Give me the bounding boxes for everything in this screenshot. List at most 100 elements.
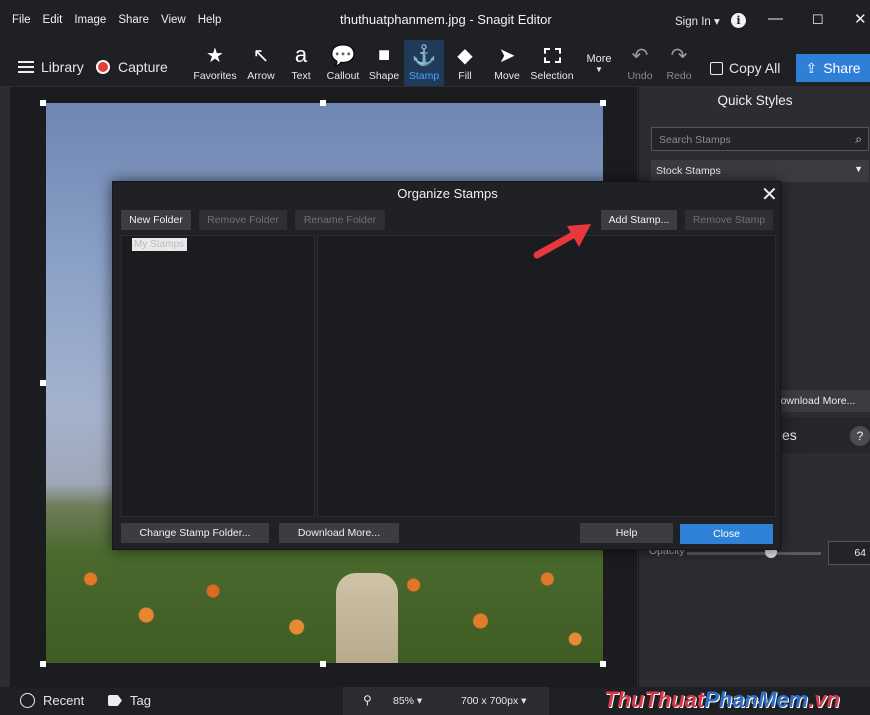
person-figure <box>336 573 398 663</box>
image-size-select[interactable]: 700 x 700px ▾ <box>461 695 526 707</box>
folder-list[interactable]: My Stamps <box>121 235 315 517</box>
menu-help[interactable]: Help <box>198 14 222 26</box>
recent-label: Recent <box>43 693 85 708</box>
tool-shape[interactable]: ■ Shape <box>365 40 403 86</box>
close-window-icon[interactable]: ✕ <box>854 10 867 28</box>
resize-handle[interactable] <box>40 100 46 106</box>
tool-label: Shape <box>368 70 400 82</box>
new-folder-button[interactable]: New Folder <box>121 210 191 230</box>
chevron-down-icon: ▼ <box>854 164 863 174</box>
stamp-category-select[interactable]: Stock Stamps ▼ <box>651 160 869 182</box>
chevron-down-icon: ▼ <box>595 64 603 74</box>
zoom-select[interactable]: 85% ▾ <box>393 695 422 707</box>
zoom-icon[interactable]: ⚲ <box>363 693 372 707</box>
folder-item-my-stamps[interactable]: My Stamps <box>132 238 187 251</box>
shape-icon: ■ <box>377 43 391 66</box>
rename-folder-button[interactable]: Rename Folder <box>295 210 385 230</box>
callout-icon: 💬 <box>330 44 356 67</box>
copy-all-label: Copy All <box>729 60 781 76</box>
tool-arrow[interactable]: ↖ Arrow <box>241 40 281 86</box>
dialog-title: Organize Stamps <box>397 186 498 201</box>
menu-image[interactable]: Image <box>74 14 106 26</box>
share-icon: ⇪ <box>805 59 818 76</box>
help-button[interactable]: Help <box>580 523 673 543</box>
search-icon[interactable]: ⌕ <box>855 132 862 147</box>
info-icon[interactable]: i <box>731 13 746 28</box>
capture-button[interactable]: Capture <box>96 59 168 75</box>
menu-edit[interactable]: Edit <box>43 14 63 26</box>
minimize-icon[interactable]: — <box>768 10 783 27</box>
fill-icon: ◆ <box>457 44 473 67</box>
recent-button[interactable]: Recent <box>20 693 84 708</box>
change-stamp-folder-button[interactable]: Change Stamp Folder... <box>121 523 269 543</box>
maximize-icon[interactable]: ☐ <box>812 12 824 28</box>
tool-label: Redo <box>666 70 692 82</box>
menu-file[interactable]: File <box>12 14 31 26</box>
resize-handle[interactable] <box>40 380 46 386</box>
resize-handle[interactable] <box>320 661 326 667</box>
tool-stamp[interactable]: ⚓ Stamp <box>404 40 444 86</box>
zoom-size-group: ⚲ 85% ▾ 700 x 700px ▾ <box>343 687 549 715</box>
library-label: Library <box>41 59 84 75</box>
tool-selection[interactable]: Selection <box>527 40 577 86</box>
panel-download-more-button[interactable]: Download More... <box>767 390 870 412</box>
window-title: thuthuatphanmem.jpg - Snagit Editor <box>340 12 552 27</box>
selection-icon <box>539 42 565 68</box>
tool-text[interactable]: a Text <box>283 40 319 86</box>
tag-button[interactable]: Tag <box>108 693 151 708</box>
library-button[interactable]: Library <box>18 59 84 75</box>
organize-stamps-dialog: Organize Stamps ✕ New Folder Remove Fold… <box>112 181 781 550</box>
tool-fill[interactable]: ◆ Fill <box>448 40 482 86</box>
tool-label: Stamp <box>408 70 440 82</box>
resize-handle[interactable] <box>320 100 326 106</box>
close-dialog-icon[interactable]: ✕ <box>761 182 778 207</box>
close-button[interactable]: Close <box>680 524 773 544</box>
tool-label: Undo <box>627 70 653 82</box>
undo-icon: ↶ <box>631 44 649 67</box>
opacity-slider[interactable] <box>687 552 821 555</box>
resize-handle[interactable] <box>40 661 46 667</box>
help-icon[interactable]: ? <box>850 426 870 446</box>
sign-in-button[interactable]: Sign In ▾ <box>675 14 720 28</box>
tool-label: Text <box>291 70 311 82</box>
toolbar: Library Capture ★ Favorites ↖ Arrow a Te… <box>0 40 870 86</box>
tool-move[interactable]: ➤ Move <box>489 40 525 86</box>
annotation-arrow-icon <box>533 224 591 259</box>
opacity-input[interactable]: 64 <box>828 541 870 565</box>
panel-title: Quick Styles <box>717 93 793 108</box>
search-placeholder: Search Stamps <box>659 134 731 146</box>
menu-share[interactable]: Share <box>118 14 149 26</box>
resize-handle[interactable] <box>600 661 606 667</box>
menu-bar: File Edit Image Share View Help <box>12 14 221 26</box>
resize-handle[interactable] <box>600 100 606 106</box>
copy-icon <box>710 61 723 75</box>
remove-folder-button[interactable]: Remove Folder <box>199 210 287 230</box>
category-value: Stock Stamps <box>656 165 721 177</box>
redo-icon: ↷ <box>670 44 688 67</box>
copy-all-button[interactable]: Copy All <box>710 60 780 76</box>
star-icon: ★ <box>206 44 224 67</box>
capture-label: Capture <box>118 59 168 75</box>
text-icon: a <box>294 42 308 67</box>
flower-field <box>46 543 603 663</box>
share-button[interactable]: ⇪ Share <box>796 54 870 82</box>
tool-label: Selection <box>530 70 574 82</box>
tool-more[interactable]: More ▼ <box>582 40 616 86</box>
stamp-icon: ⚓ <box>411 44 437 67</box>
title-bar: File Edit Image Share View Help thuthuat… <box>0 0 870 40</box>
tool-label: Arrow <box>247 70 275 82</box>
tool-favorites[interactable]: ★ Favorites <box>190 40 240 86</box>
download-more-button[interactable]: Download More... <box>279 523 399 543</box>
tool-callout[interactable]: 💬 Callout <box>322 40 364 86</box>
tool-redo[interactable]: ↷ Redo <box>661 40 697 86</box>
clock-icon <box>20 693 35 708</box>
tool-undo[interactable]: ↶ Undo <box>622 40 658 86</box>
menu-view[interactable]: View <box>161 14 186 26</box>
move-icon: ➤ <box>498 44 516 67</box>
remove-stamp-button[interactable]: Remove Stamp <box>685 210 773 230</box>
stamp-grid[interactable] <box>317 235 776 517</box>
arrow-icon: ↖ <box>252 44 270 67</box>
add-stamp-button[interactable]: Add Stamp... <box>601 210 677 230</box>
record-icon <box>96 60 110 74</box>
search-stamps-input[interactable]: Search Stamps ⌕ <box>651 127 869 151</box>
